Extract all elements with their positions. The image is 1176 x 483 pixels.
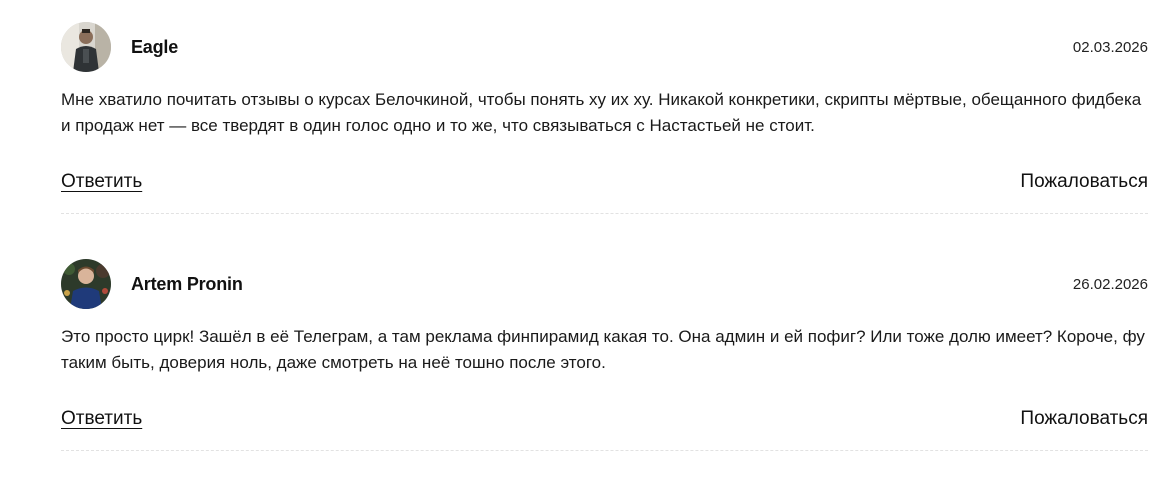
comment-header: Artem Pronin 26.02.2026 bbox=[61, 258, 1148, 310]
report-link[interactable]: Пожаловаться bbox=[1020, 171, 1148, 193]
comment-author[interactable]: Eagle bbox=[131, 37, 178, 58]
comment-header: Eagle 02.03.2026 bbox=[61, 21, 1148, 73]
user-avatar-icon bbox=[61, 259, 111, 309]
comments-list: Eagle 02.03.2026 Мне хватило почитать от… bbox=[61, 21, 1148, 451]
reply-link[interactable]: Ответить bbox=[61, 408, 142, 430]
report-link[interactable]: Пожаловаться bbox=[1020, 408, 1148, 430]
comment-item: Artem Pronin 26.02.2026 Это просто цирк!… bbox=[61, 258, 1148, 451]
comment-actions: Ответить Пожаловаться bbox=[61, 171, 1148, 195]
comment-date: 02.03.2026 bbox=[1072, 39, 1148, 56]
comment-author[interactable]: Artem Pronin bbox=[131, 274, 243, 295]
comment-item: Eagle 02.03.2026 Мне хватило почитать от… bbox=[61, 21, 1148, 214]
comment-actions: Ответить Пожаловаться bbox=[61, 408, 1148, 432]
user-avatar-icon bbox=[61, 22, 111, 72]
avatar bbox=[61, 22, 111, 72]
avatar bbox=[61, 259, 111, 309]
comment-text: Это просто цирк! Зашёл в её Телеграм, а … bbox=[61, 327, 1145, 372]
comment-date: 26.02.2026 bbox=[1072, 276, 1148, 293]
reply-link[interactable]: Ответить bbox=[61, 171, 142, 193]
comment-text: Мне хватило почитать отзывы о курсах Бел… bbox=[61, 90, 1142, 135]
